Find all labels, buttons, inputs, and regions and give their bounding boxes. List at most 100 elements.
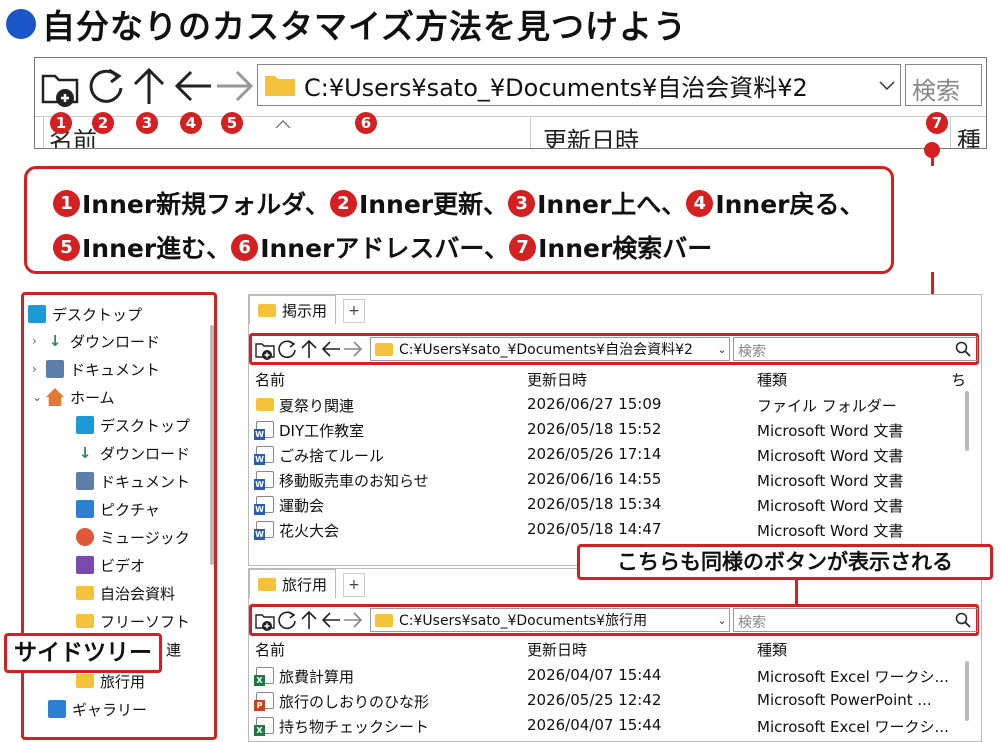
file-row[interactable]: 移動販売車のお知らせ 2026/06/16 14:55 Microsoft Wo… <box>249 467 981 492</box>
marker-2: 2 <box>92 112 114 134</box>
search-icon[interactable] <box>955 612 971 628</box>
tab-ryoko[interactable]: 旅行用 <box>249 569 337 598</box>
column-type[interactable]: 種類 <box>757 639 787 660</box>
inner-address-bar[interactable]: C:¥Users¥sato_¥Documents¥自治会資料¥2 ⌄ <box>370 337 730 361</box>
back-arrow-icon[interactable] <box>320 338 342 360</box>
callout-item: Inner更新、 <box>358 190 509 219</box>
inner-address-bar[interactable]: C:¥Users¥sato_¥Documents¥旅行用 ⌄ <box>370 608 730 632</box>
file-modified: 2026/06/16 14:55 <box>527 470 662 488</box>
inner-search-box[interactable]: 検索 <box>733 337 978 361</box>
up-arrow-icon[interactable] <box>298 609 320 631</box>
zoomed-address-bar[interactable]: C:¥Users¥sato_¥Documents¥自治会資料¥2 <box>257 64 901 106</box>
marker-2: 2 <box>329 189 357 217</box>
chevron-right-icon[interactable]: › <box>32 334 46 348</box>
tree-item-freesoft[interactable]: フリーソフト <box>76 608 190 634</box>
sidebar-scrollbar[interactable] <box>210 325 214 565</box>
tree-item-gallery[interactable]: ギャラリー <box>48 696 147 722</box>
folder-icon <box>264 73 296 97</box>
zoomed-search-box[interactable]: 検索 <box>905 64 982 106</box>
new-tab-button[interactable]: + <box>343 299 365 323</box>
column-size[interactable]: ち <box>951 369 966 390</box>
tree-item-documents[interactable]: › ドキュメント <box>32 356 160 382</box>
inner-toolbar: C:¥Users¥sato_¥Documents¥旅行用 ⌄ 検索 <box>249 604 979 636</box>
chevron-down-icon[interactable] <box>874 75 900 96</box>
file-row[interactable]: 夏祭り関連 2026/06/27 15:09 ファイル フォルダー <box>249 392 981 417</box>
address-path: C:¥Users¥sato_¥Documents¥旅行用 <box>399 613 648 629</box>
address-path: C:¥Users¥sato_¥Documents¥自治会資料¥2 <box>304 73 808 102</box>
tree-item-music[interactable]: ミュージック <box>76 524 190 550</box>
top-pane: 掲示用 + C:¥Users¥sato_¥Documents¥自治会資料¥2 ⌄… <box>248 294 982 566</box>
search-placeholder: 検索 <box>738 344 766 360</box>
refresh-icon[interactable] <box>276 338 298 360</box>
search-icon[interactable] <box>955 341 971 357</box>
chevron-down-icon[interactable]: ⌄ <box>715 614 729 627</box>
same-buttons-note: こちらも同様のボタンが表示される <box>577 544 993 580</box>
new-folder-icon[interactable] <box>254 609 276 631</box>
chevron-down-icon[interactable]: ⌄ <box>32 390 46 404</box>
up-arrow-icon[interactable] <box>298 338 320 360</box>
file-row[interactable]: DIY工作教室 2026/05/18 15:52 Microsoft Word … <box>249 417 981 442</box>
back-arrow-icon[interactable] <box>171 64 215 108</box>
new-folder-icon[interactable] <box>39 64 83 108</box>
new-tab-button[interactable]: + <box>343 573 365 597</box>
pane-scrollbar[interactable] <box>965 391 969 451</box>
tree-item-partial[interactable]: 連 <box>166 636 181 662</box>
refresh-icon[interactable] <box>83 64 127 108</box>
column-type[interactable]: 種 <box>957 121 981 148</box>
forward-arrow-icon[interactable] <box>342 338 364 360</box>
file-type: Microsoft Word 文書 <box>757 447 904 465</box>
callout-item: Inner新規フォルダ、 <box>82 190 330 219</box>
zoomed-column-header: 名前 更新日時 種 <box>35 116 986 148</box>
forward-arrow-icon[interactable] <box>342 609 364 631</box>
video-icon <box>76 556 94 574</box>
inner-search-box[interactable]: 検索 <box>733 608 978 632</box>
sort-up-icon <box>275 120 291 129</box>
column-divider <box>43 116 44 148</box>
tree-item-home[interactable]: ⌄ ホーム <box>32 384 115 410</box>
file-name: ごみ捨てルール <box>279 447 385 465</box>
tree-item-home-downloads[interactable]: ↓ ダウンロード <box>76 440 190 466</box>
tree-item-home-desktop[interactable]: デスクトップ <box>76 412 190 438</box>
forward-arrow-icon[interactable] <box>213 64 257 108</box>
column-name[interactable]: 名前 <box>255 639 285 660</box>
desktop-icon <box>28 305 46 323</box>
download-icon: ↓ <box>78 444 92 462</box>
desktop-icon <box>76 416 94 434</box>
back-arrow-icon[interactable] <box>320 609 342 631</box>
tree-item-pictures[interactable]: ピクチャ <box>76 496 160 522</box>
tree-item-desktop[interactable]: デスクトップ <box>28 301 142 327</box>
file-row[interactable]: 旅行のしおりのひな形 2026/05/25 12:42 Microsoft Po… <box>249 688 981 713</box>
column-modified[interactable]: 更新日時 <box>527 369 587 390</box>
column-modified[interactable]: 更新日時 <box>543 121 639 148</box>
file-row[interactable]: 花火大会 2026/05/18 14:47 Microsoft Word 文書 <box>249 517 981 542</box>
heading-text: 自分なりのカスタマイズ方法を見つけよう <box>42 7 688 46</box>
pane-scrollbar[interactable] <box>965 661 969 721</box>
tab-keiji[interactable]: 掲示用 <box>249 295 337 324</box>
chevron-right-icon[interactable]: › <box>32 362 46 376</box>
page-heading: 自分なりのカスタマイズ方法を見つけよう <box>6 2 687 46</box>
file-row[interactable]: 旅費計算用 2026/04/07 15:44 Microsoft Excel ワ… <box>249 663 981 688</box>
tree-item-jichikai[interactable]: 自治会資料 <box>76 580 175 606</box>
column-modified[interactable]: 更新日時 <box>527 639 587 660</box>
tree-item-videos[interactable]: ビデオ <box>76 552 145 578</box>
chevron-down-icon[interactable]: ⌄ <box>715 343 729 356</box>
music-icon <box>76 528 94 546</box>
tree-label: ドキュメント <box>100 472 191 491</box>
tree-item-downloads[interactable]: › ↓ ダウンロード <box>32 328 160 354</box>
file-name: 旅行のしおりのひな形 <box>279 693 430 711</box>
file-name: 持ち物チェックシート <box>279 718 430 736</box>
tree-label: ホーム <box>70 388 115 407</box>
tree-item-home-documents[interactable]: ドキュメント <box>76 468 190 494</box>
tree-label: 連 <box>166 640 182 659</box>
bullet-icon <box>6 9 36 39</box>
file-row[interactable]: 持ち物チェックシート 2026/04/07 15:44 Microsoft Ex… <box>249 713 981 738</box>
column-name[interactable]: 名前 <box>255 369 285 390</box>
file-row[interactable]: 運動会 2026/05/18 15:34 Microsoft Word 文書 <box>249 492 981 517</box>
new-folder-icon[interactable] <box>254 338 276 360</box>
refresh-icon[interactable] <box>276 609 298 631</box>
column-type[interactable]: 種類 <box>757 369 787 390</box>
powerpoint-icon <box>254 692 274 711</box>
file-row[interactable]: ごみ捨てルール 2026/05/26 17:14 Microsoft Word … <box>249 442 981 467</box>
up-arrow-icon[interactable] <box>127 64 171 108</box>
tree-label: ダウンロード <box>70 332 161 351</box>
